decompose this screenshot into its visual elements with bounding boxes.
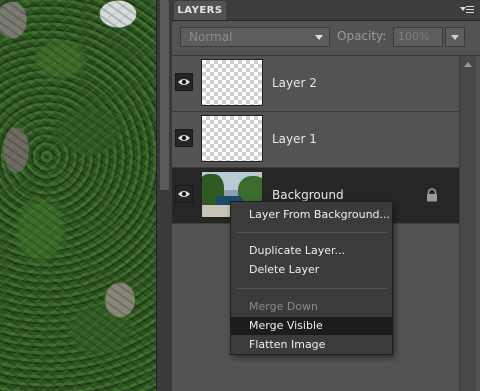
eye-icon [178,135,190,141]
opacity-field[interactable]: 100% [393,27,443,47]
panel-menu-icon[interactable] [460,5,474,15]
panel-header: LAYERS [172,0,480,21]
menu-item-layer-from-background[interactable]: Layer From Background... [231,206,392,224]
layer-options-bar: Normal Opacity: 100% [172,21,480,56]
layer-row-layer-1[interactable]: Layer 1 [172,112,460,168]
menu-item-delete-layer[interactable]: Delete Layer [231,261,392,279]
menu-item-flatten-image[interactable]: Flatten Image [231,336,392,354]
canvas-scroll-thumb[interactable] [160,0,169,190]
layer-thumbnail [201,59,263,106]
opacity-dropdown-button[interactable] [445,27,465,47]
chevron-down-icon [451,35,459,40]
eye-icon [178,79,190,85]
visibility-toggle[interactable] [175,185,193,203]
menu-separator [237,232,387,233]
layers-list: Layer 2 Layer 1 Background [172,56,460,224]
tab-layers[interactable]: LAYERS [174,1,226,20]
canvas-image[interactable] [0,0,156,391]
menu-item-duplicate-layer[interactable]: Duplicate Layer... [231,242,392,260]
menu-item-merge-down: Merge Down [249,300,319,313]
layer-row-layer-2[interactable]: Layer 2 [172,56,460,112]
opacity-label: Opacity: [337,29,387,43]
chevron-down-icon [315,35,323,40]
layer-context-menu: Layer From Background... Duplicate Layer… [230,201,393,355]
layer-name: Layer 1 [272,132,317,146]
blend-mode-value: Normal [189,30,233,44]
lock-icon [427,188,437,202]
visibility-toggle[interactable] [175,73,193,91]
layer-name: Layer 2 [272,76,317,90]
eye-icon [178,191,190,197]
menu-item-merge-visible[interactable]: Merge Visible [231,317,392,335]
scroll-up-icon[interactable] [464,62,472,67]
menu-separator [237,288,387,289]
blend-mode-select[interactable]: Normal [180,27,330,47]
layers-scrollbar[interactable] [459,56,476,391]
visibility-toggle[interactable] [175,129,193,147]
layer-thumbnail [201,115,263,162]
layer-name: Background [272,188,344,202]
